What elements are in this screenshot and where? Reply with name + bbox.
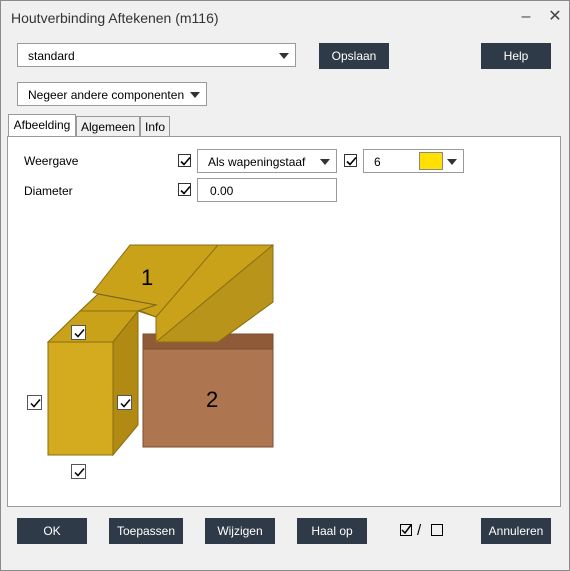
title-bar[interactable]: Houtverbinding Aftekenen (m116) ‒ ✕ — [1, 1, 569, 34]
help-button[interactable]: Help — [481, 43, 551, 69]
cancel-button[interactable]: Annuleren — [481, 518, 551, 544]
apply-button[interactable]: Toepassen — [109, 518, 183, 544]
toggle-separator: / — [417, 522, 422, 539]
checkmark-icon — [120, 399, 131, 408]
ok-button[interactable]: OK — [17, 518, 87, 544]
tab-afbeelding[interactable]: Afbeelding — [8, 114, 76, 137]
tab-panel-afbeelding: Weergave Als wapeningstaaf 6 Diameter 0.… — [7, 136, 561, 507]
checkmark-icon — [74, 468, 85, 477]
part-2-label: 2 — [206, 387, 218, 412]
save-button[interactable]: Opslaan — [319, 43, 389, 69]
chevron-down-icon — [279, 53, 289, 59]
preset-select[interactable]: standard — [17, 43, 296, 67]
window-title: Houtverbinding Aftekenen (m116) — [11, 10, 219, 26]
uncheck-all-icon[interactable] — [431, 524, 443, 536]
post-front — [47, 341, 114, 456]
ignore-components-value: Negeer andere componenten — [28, 88, 185, 102]
diagram-top-checkbox[interactable] — [71, 325, 86, 340]
ignore-components-select[interactable]: Negeer andere componenten — [17, 82, 207, 106]
dialog-window: Houtverbinding Aftekenen (m116) ‒ ✕ stan… — [0, 0, 570, 571]
part-1-label: 1 — [141, 265, 153, 290]
diagram-bottom-checkbox[interactable] — [71, 464, 86, 479]
preset-value: standard — [28, 49, 75, 63]
close-icon[interactable]: ✕ — [545, 7, 565, 27]
get-button[interactable]: Haal op — [297, 518, 367, 544]
checkmark-icon — [30, 399, 41, 408]
chevron-down-icon — [190, 92, 200, 98]
tab-algemeen[interactable]: Algemeen — [76, 116, 140, 136]
toggle-all-control[interactable]: / — [400, 522, 446, 539]
tab-info[interactable]: Info — [140, 116, 170, 136]
diagram-right-checkbox[interactable] — [117, 395, 132, 410]
minimize-icon[interactable]: ‒ — [516, 7, 536, 27]
checkmark-icon — [74, 329, 85, 338]
joint-diagram: 1 2 — [46, 243, 274, 457]
modify-button[interactable]: Wijzigen — [205, 518, 275, 544]
diagram-left-checkbox[interactable] — [27, 395, 42, 410]
check-all-icon[interactable] — [400, 524, 412, 536]
